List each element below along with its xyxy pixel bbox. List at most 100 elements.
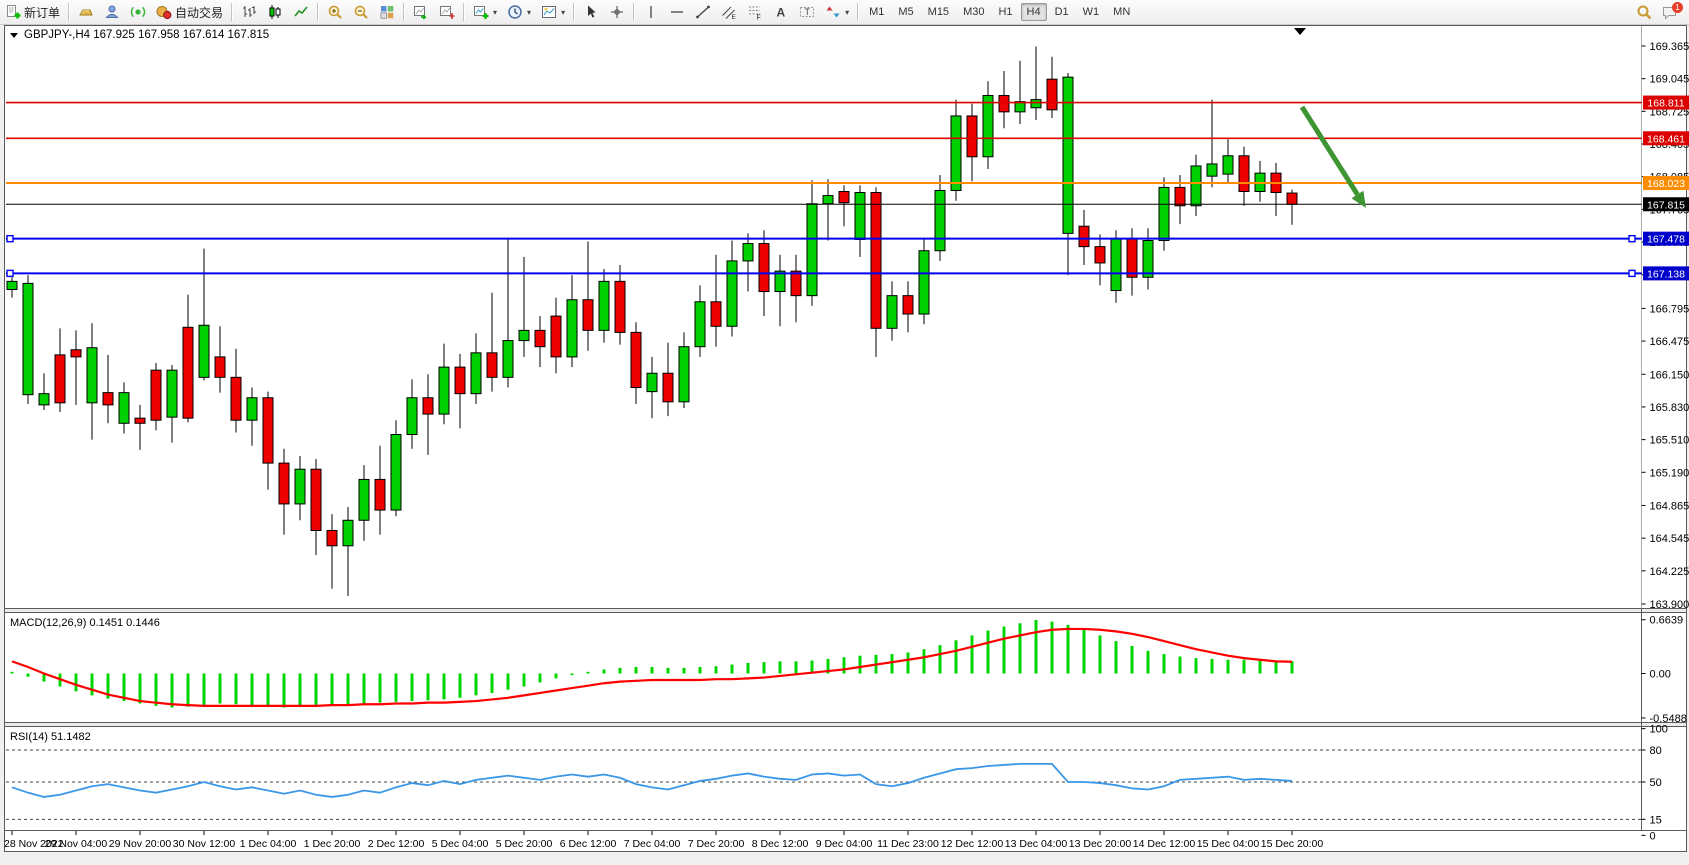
- candle-body: [839, 191, 849, 202]
- zoom-out-button[interactable]: [349, 0, 373, 24]
- line-icon: [293, 4, 309, 20]
- candle-body: [855, 193, 865, 240]
- pivot-line-badge-label: 168.023: [1647, 178, 1685, 190]
- channel-button[interactable]: E: [717, 0, 741, 24]
- time-tick-label: 9 Dec 04:00: [816, 838, 873, 850]
- time-tick-label: 13 Dec 20:00: [1069, 838, 1132, 850]
- timeframe-m1-button[interactable]: M1: [863, 3, 890, 21]
- candle-body: [55, 355, 65, 403]
- templates-button[interactable]: ▾: [537, 0, 569, 24]
- candle-body: [135, 418, 145, 423]
- profiles-button[interactable]: [100, 0, 124, 24]
- candle-body: [1239, 156, 1249, 192]
- candle-body: [967, 116, 977, 157]
- support-line-1-handle[interactable]: [7, 236, 13, 242]
- search-button[interactable]: [1632, 0, 1656, 24]
- auto-trading-button[interactable]: 自动交易: [152, 0, 227, 24]
- cursor-icon: [583, 4, 599, 20]
- bar-chart-mode-button[interactable]: [237, 0, 261, 24]
- newchart-icon: [473, 4, 489, 20]
- text-button[interactable]: A: [769, 0, 793, 24]
- chart-main-pane[interactable]: [6, 26, 1642, 608]
- candle-body: [1191, 166, 1201, 206]
- dropdown-arrow-icon: ▾: [527, 8, 531, 17]
- periods-button[interactable]: ▾: [503, 0, 535, 24]
- svg-text:T: T: [805, 7, 811, 17]
- text-label-button[interactable]: T: [795, 0, 819, 24]
- time-tick-label: 14 Dec 12:00: [1133, 838, 1196, 850]
- bars-icon: [241, 4, 257, 20]
- candle-body: [1111, 238, 1121, 290]
- candle-body: [535, 330, 545, 346]
- timeframe-m30-button[interactable]: M30: [957, 3, 990, 21]
- candle-body: [951, 116, 961, 191]
- toolbar-separator: [633, 3, 635, 21]
- dropdown-arrow-icon: ▾: [493, 8, 497, 17]
- zoom-in-button[interactable]: [323, 0, 347, 24]
- crosshair-button[interactable]: [605, 0, 629, 24]
- vertical-line-button[interactable]: [639, 0, 663, 24]
- fibonacci-button[interactable]: F: [743, 0, 767, 24]
- rsi-label: RSI(14) 51.1482: [10, 731, 91, 743]
- clock-icon: [507, 4, 523, 20]
- time-tick-label: 12 Dec 12:00: [941, 838, 1004, 850]
- chat-button[interactable]: 1: [1658, 0, 1682, 24]
- zoomin-icon: [327, 4, 343, 20]
- support-line-2-handle[interactable]: [7, 270, 13, 276]
- time-tick-label: 11 Dec 23:00: [877, 838, 939, 850]
- chart-shift-button[interactable]: [435, 0, 459, 24]
- candle-body: [647, 373, 657, 391]
- candle-body: [279, 463, 289, 504]
- price-tick-label: 163.900: [1650, 599, 1689, 611]
- trendline-button[interactable]: [691, 0, 715, 24]
- candle-body: [919, 251, 929, 314]
- candle-body: [1047, 79, 1057, 110]
- indicators-button[interactable]: ▾: [469, 0, 501, 24]
- price-tick-label: 164.545: [1650, 533, 1689, 545]
- notification-badge: 1: [1672, 2, 1683, 13]
- candle-body: [1223, 156, 1233, 174]
- price-tick-label: 166.150: [1650, 369, 1689, 381]
- candle-body: [983, 96, 993, 157]
- support-line-2-handle[interactable]: [1629, 270, 1635, 276]
- tile-windows-button[interactable]: [375, 0, 399, 24]
- timeframe-m15-button[interactable]: M15: [922, 3, 955, 21]
- timeframe-d1-button[interactable]: D1: [1049, 3, 1075, 21]
- candle-body: [1287, 193, 1297, 204]
- candle-body: [375, 479, 385, 510]
- candle-body: [71, 350, 81, 357]
- timeframe-m5-button[interactable]: M5: [892, 3, 919, 21]
- candle-body: [903, 296, 913, 314]
- time-tick-label: 1 Dec 20:00: [304, 838, 361, 850]
- candle-body: [519, 330, 529, 340]
- channel-icon: E: [721, 4, 737, 20]
- candlestick-mode-button[interactable]: [263, 0, 287, 24]
- gold-button[interactable]: [74, 0, 98, 24]
- zoomout-icon: [353, 4, 369, 20]
- timeframe-h1-button[interactable]: H1: [992, 3, 1018, 21]
- rsi-tick-label: 80: [1650, 745, 1662, 757]
- price-tick-label: 164.225: [1650, 566, 1689, 578]
- candle-body: [1159, 187, 1169, 240]
- signals-button[interactable]: [126, 0, 150, 24]
- candle-body: [391, 435, 401, 511]
- horizontal-line-button[interactable]: [665, 0, 689, 24]
- timeframe-h4-button[interactable]: H4: [1021, 3, 1047, 21]
- candle-body: [1175, 187, 1185, 205]
- candle-body: [151, 370, 161, 420]
- candle-body: [343, 520, 353, 546]
- timeframe-w1-button[interactable]: W1: [1077, 3, 1106, 21]
- new-order-button[interactable]: 新订单: [1, 0, 64, 24]
- arrows-button[interactable]: ▾: [821, 0, 853, 24]
- timeframe-mn-button[interactable]: MN: [1107, 3, 1136, 21]
- candle-body: [1031, 100, 1041, 108]
- macd-label: MACD(12,26,9) 0.1451 0.1446: [10, 617, 160, 629]
- cursor-button[interactable]: [579, 0, 603, 24]
- macd-tick-label: 0.00: [1650, 669, 1671, 681]
- line-chart-mode-button[interactable]: [289, 0, 313, 24]
- price-tick-label: 166.795: [1650, 303, 1689, 315]
- support-line-1-handle[interactable]: [1629, 236, 1635, 242]
- chartshift-icon: [439, 4, 455, 20]
- time-tick-label: 7 Dec 20:00: [688, 838, 745, 850]
- auto-scroll-button[interactable]: [409, 0, 433, 24]
